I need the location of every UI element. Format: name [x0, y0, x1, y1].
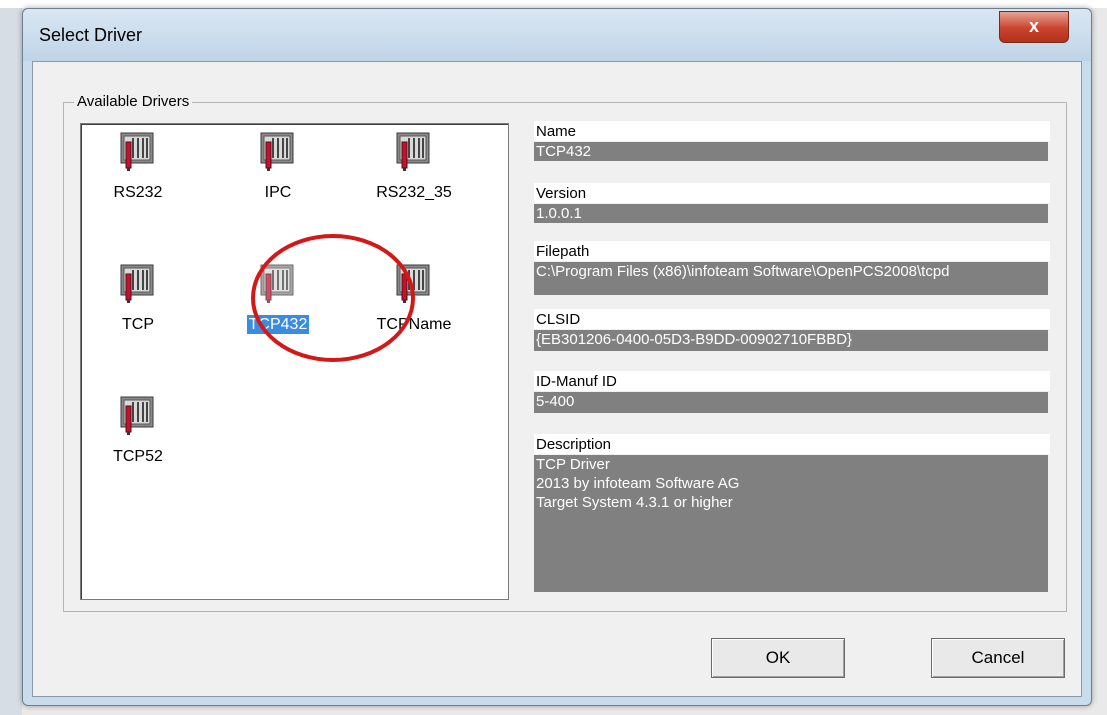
driver-item-tcp[interactable]: TCP [83, 264, 193, 354]
driver-item-tcp432[interactable]: TCP432 [223, 264, 333, 354]
version-label: Version [534, 183, 1050, 203]
driver-label: RS232 [113, 184, 163, 201]
title-bar[interactable]: Select Driver x [23, 9, 1091, 61]
driver-rack-icon [120, 396, 154, 436]
driver-rack-icon [396, 132, 430, 172]
select-driver-dialog: Select Driver x Available Drivers RS232 … [22, 8, 1092, 706]
clsid-value: {EB301206-0400-05D3-B9DD-00902710FBBD} [534, 330, 1048, 351]
driver-item-tcp52[interactable]: TCP52 [83, 396, 193, 486]
ok-button[interactable]: OK [711, 638, 845, 678]
driver-label: TCP432 [246, 315, 310, 334]
driver-label: TCPName [376, 316, 452, 333]
manuf-id-value: 5-400 [534, 392, 1048, 413]
driver-item-rs232-35[interactable]: RS232_35 [359, 132, 469, 222]
driver-label: IPC [264, 184, 292, 201]
driver-label: RS232_35 [376, 184, 452, 201]
dialog-client-area: Available Drivers RS232 IPC RS232_35 TCP [32, 61, 1082, 697]
driver-list[interactable]: RS232 IPC RS232_35 TCP TCP432 TCPName TC… [80, 123, 509, 600]
description-label: Description [534, 434, 1050, 454]
group-label: Available Drivers [74, 93, 193, 110]
driver-rack-icon [120, 132, 154, 172]
driver-rack-icon [260, 132, 294, 172]
close-icon: x [1028, 16, 1039, 36]
driver-label: TCP52 [113, 448, 163, 465]
description-value: TCP Driver 2013 by infoteam Software AG … [534, 455, 1048, 592]
window-title: Select Driver [39, 25, 143, 45]
driver-rack-icon [396, 264, 430, 304]
driver-item-ipc[interactable]: IPC [223, 132, 333, 222]
cancel-button[interactable]: Cancel [931, 638, 1065, 678]
name-value: TCP432 [534, 142, 1048, 161]
driver-rack-icon [260, 264, 294, 304]
available-drivers-group: Available Drivers RS232 IPC RS232_35 TCP [63, 93, 1067, 612]
close-button[interactable]: x [999, 11, 1069, 43]
version-value: 1.0.0.1 [534, 204, 1048, 223]
background-app-edge [0, 0, 22, 715]
clsid-label: CLSID [534, 309, 1050, 329]
filepath-label: Filepath [534, 241, 1050, 261]
manuf-id-label: ID-Manuf ID [534, 371, 1050, 391]
driver-rack-icon [120, 264, 154, 304]
name-label: Name [534, 121, 1050, 141]
filepath-value: C:\Program Files (x86)\infoteam Software… [534, 262, 1048, 295]
driver-label: TCP [122, 316, 154, 333]
driver-item-rs232[interactable]: RS232 [83, 132, 193, 222]
background-app-top [0, 0, 1107, 8]
driver-item-tcpname[interactable]: TCPName [359, 264, 469, 354]
